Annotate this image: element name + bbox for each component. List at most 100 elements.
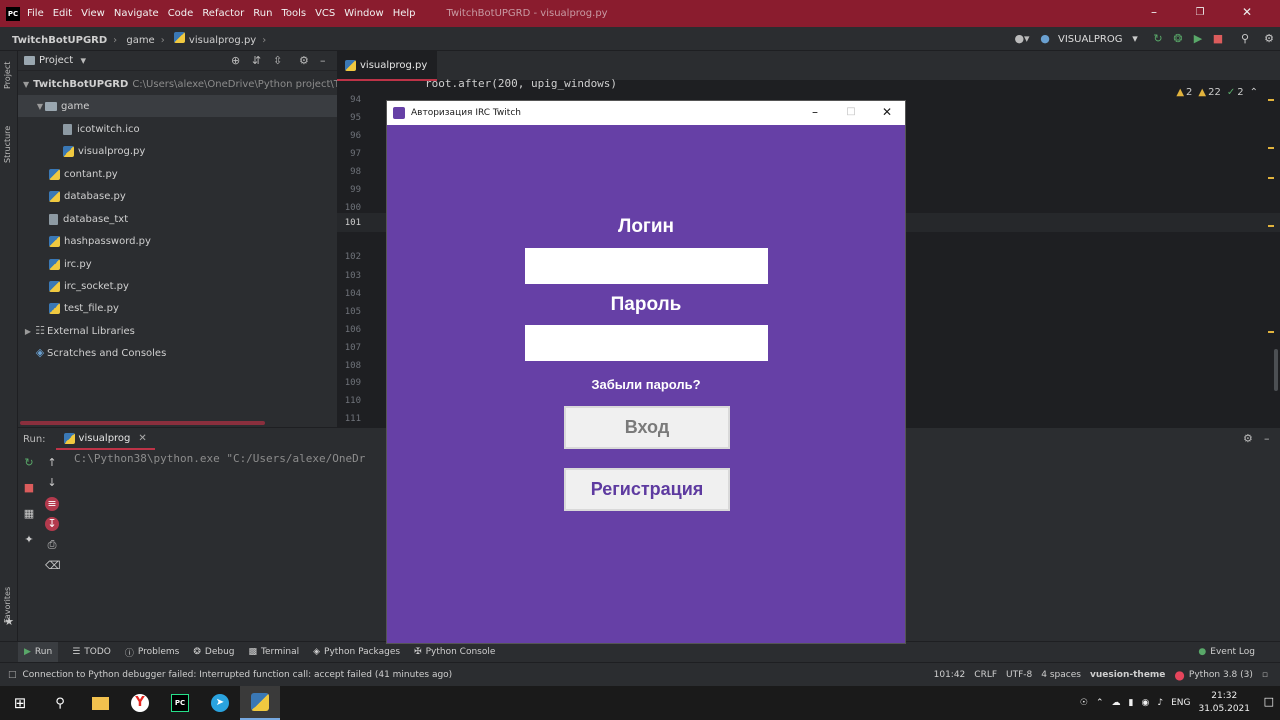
inspection-widget[interactable]: ▲ 2 ▲ 22 ✓ 2 ⌃ bbox=[1176, 87, 1258, 98]
file-encoding[interactable]: UTF-8 bbox=[1006, 670, 1032, 680]
menu-vcs[interactable]: VCS bbox=[315, 8, 335, 19]
star-icon[interactable]: ★ bbox=[2, 615, 16, 629]
bottom-tab-python-packages[interactable]: ◈ Python Packages bbox=[313, 647, 400, 657]
stop-icon[interactable]: ■ bbox=[1208, 32, 1228, 46]
bottom-tab-problems[interactable]: ⓘ Problems bbox=[125, 646, 180, 659]
user-icon[interactable]: ●▾ bbox=[1012, 32, 1032, 46]
bottom-tab-python-console[interactable]: ✠ Python Console bbox=[414, 647, 495, 657]
console-output[interactable]: C:\Python38\python.exe "C:/Users/alexe/O… bbox=[74, 452, 365, 465]
print-icon[interactable]: ⎙ bbox=[45, 538, 59, 552]
tree-file-database[interactable]: database.py bbox=[18, 185, 337, 207]
scroll-to-end-icon[interactable]: ↧ bbox=[45, 517, 59, 531]
vertical-scrollbar[interactable] bbox=[1274, 349, 1278, 391]
lock-icon[interactable]: ▫ bbox=[1262, 670, 1268, 680]
login-button[interactable]: Вход bbox=[564, 406, 730, 449]
menu-help[interactable]: Help bbox=[393, 8, 416, 19]
arrow-up-icon[interactable]: ↑ bbox=[45, 456, 59, 470]
bottom-tab-event-log[interactable]: ● Event Log bbox=[1198, 647, 1255, 657]
volume-icon[interactable]: ♪ bbox=[1157, 698, 1163, 708]
search-icon[interactable]: ⚲ bbox=[1232, 32, 1258, 46]
tree-file-database-txt[interactable]: database_txt bbox=[18, 208, 337, 230]
horizontal-scrollbar[interactable] bbox=[20, 421, 265, 425]
tree-file-hashpassword[interactable]: hashpassword.py bbox=[18, 230, 337, 252]
tree-file-irc-socket[interactable]: irc_socket.py bbox=[18, 275, 337, 297]
tree-external-libraries[interactable]: ▶ ☷ External Libraries bbox=[18, 320, 337, 342]
register-button[interactable]: Регистрация bbox=[564, 468, 730, 511]
interpreter[interactable]: Python 3.8 (3) bbox=[1189, 670, 1253, 680]
yandex-browser-button[interactable]: Y bbox=[120, 686, 160, 720]
structure-tool-tab[interactable]: Structure bbox=[3, 126, 12, 163]
breadcrumb-project[interactable]: TwitchBotUPGRD bbox=[12, 35, 107, 46]
menu-window[interactable]: Window bbox=[344, 8, 383, 19]
onedrive-icon[interactable]: ☁ bbox=[1112, 698, 1121, 708]
menu-navigate[interactable]: Navigate bbox=[114, 8, 159, 19]
bottom-tab-terminal[interactable]: ▩ Terminal bbox=[249, 647, 300, 657]
bottom-tab-todo[interactable]: ☰ TODO bbox=[72, 647, 111, 657]
tree-file-contant[interactable]: contant.py bbox=[18, 163, 337, 185]
expand-all-icon[interactable]: ⇵ bbox=[252, 54, 261, 68]
trash-icon[interactable]: ⌫ bbox=[45, 559, 61, 573]
caret-position[interactable]: 101:42 bbox=[934, 670, 966, 680]
bottom-tab-debug[interactable]: ❂ Debug bbox=[193, 647, 234, 657]
bottom-tab-run[interactable]: ▶ Run bbox=[18, 642, 59, 662]
hide-panel-icon[interactable]: – bbox=[1264, 432, 1270, 446]
dialog-minimize-icon[interactable]: – bbox=[797, 101, 833, 125]
dialog-close-icon[interactable]: ✕ bbox=[869, 101, 905, 125]
breadcrumb-folder[interactable]: game bbox=[126, 35, 154, 46]
project-panel-title[interactable]: Project bbox=[39, 55, 73, 66]
status-message[interactable]: □ Connection to Python debugger failed: I… bbox=[8, 670, 452, 680]
search-button[interactable]: ⚲ bbox=[40, 686, 80, 720]
forgot-password-link[interactable]: Забыли пароль? bbox=[387, 377, 905, 392]
debug-icon[interactable]: ❂ bbox=[1168, 32, 1188, 46]
settings-icon[interactable]: ⚙ bbox=[299, 54, 309, 68]
coverage-icon[interactable]: ▶ bbox=[1188, 32, 1208, 46]
login-input[interactable] bbox=[525, 248, 768, 284]
menu-tools[interactable]: Tools bbox=[281, 8, 306, 19]
close-icon[interactable]: ✕ bbox=[138, 433, 146, 444]
indent-setting[interactable]: 4 spaces bbox=[1041, 670, 1081, 680]
menu-run[interactable]: Run bbox=[253, 8, 272, 19]
settings-icon[interactable]: ⚙ bbox=[1243, 432, 1253, 446]
battery-icon[interactable]: ▮ bbox=[1129, 698, 1134, 708]
chevron-down-icon[interactable]: ▾ bbox=[1128, 32, 1142, 46]
rerun-icon[interactable]: ↻ bbox=[22, 456, 36, 470]
arrow-down-icon[interactable]: ↓ bbox=[45, 476, 59, 490]
hide-panel-icon[interactable]: – bbox=[320, 54, 326, 68]
breadcrumb-file[interactable]: visualprog.py bbox=[189, 35, 256, 46]
line-separator[interactable]: CRLF bbox=[974, 670, 997, 680]
input-language[interactable]: ENG bbox=[1171, 698, 1190, 708]
file-explorer-button[interactable] bbox=[80, 686, 120, 720]
menu-code[interactable]: Code bbox=[168, 8, 194, 19]
settings-icon[interactable]: ⚙ bbox=[1258, 32, 1280, 46]
tree-scratches[interactable]: ◈ Scratches and Consoles bbox=[18, 342, 337, 364]
tree-file-icotwitch[interactable]: icotwitch.ico bbox=[18, 118, 337, 140]
tree-file-visualprog[interactable]: visualprog.py bbox=[18, 140, 337, 162]
chevron-up-icon[interactable]: ⌃ bbox=[1096, 698, 1104, 708]
pin-icon[interactable]: ✦ bbox=[22, 533, 36, 547]
tree-file-irc[interactable]: irc.py bbox=[18, 253, 337, 275]
chevron-up-icon[interactable]: ⌃ bbox=[1250, 87, 1258, 98]
password-input[interactable] bbox=[525, 325, 768, 361]
soft-wrap-icon[interactable]: ≡ bbox=[45, 497, 59, 511]
run-tab-visualprog[interactable]: visualprog ✕ bbox=[55, 428, 155, 450]
tree-root[interactable]: ▼ TwitchBotUPGRD C:\Users\alexe\OneDrive… bbox=[18, 73, 365, 95]
menu-edit[interactable]: Edit bbox=[53, 8, 72, 19]
stop-icon[interactable]: ■ bbox=[22, 481, 36, 495]
code-line[interactable]: root.after(200, upig_windows) bbox=[425, 77, 617, 90]
python-app-button[interactable] bbox=[240, 686, 280, 720]
start-button[interactable]: ⊞ bbox=[0, 686, 40, 720]
rerun-icon[interactable]: ↻ bbox=[1148, 32, 1168, 46]
maximize-icon[interactable]: ❐ bbox=[1177, 0, 1223, 27]
tree-folder-game[interactable]: ▼ game bbox=[18, 95, 337, 117]
notifications-icon[interactable]: □ bbox=[1264, 695, 1274, 708]
menu-refactor[interactable]: Refactor bbox=[202, 8, 244, 19]
theme-name[interactable]: vuesion-theme bbox=[1090, 670, 1165, 680]
collapse-all-icon[interactable]: ⇳ bbox=[273, 54, 282, 68]
project-tool-tab[interactable]: Project bbox=[3, 62, 12, 89]
network-icon[interactable]: ◉ bbox=[1141, 698, 1149, 708]
locate-icon[interactable]: ⊕ bbox=[231, 54, 240, 68]
chevron-down-icon[interactable]: ▾ bbox=[76, 54, 90, 68]
minimize-icon[interactable]: – bbox=[1131, 0, 1177, 27]
tree-file-test-file[interactable]: test_file.py bbox=[18, 297, 337, 319]
pycharm-button[interactable]: PC bbox=[160, 686, 200, 720]
